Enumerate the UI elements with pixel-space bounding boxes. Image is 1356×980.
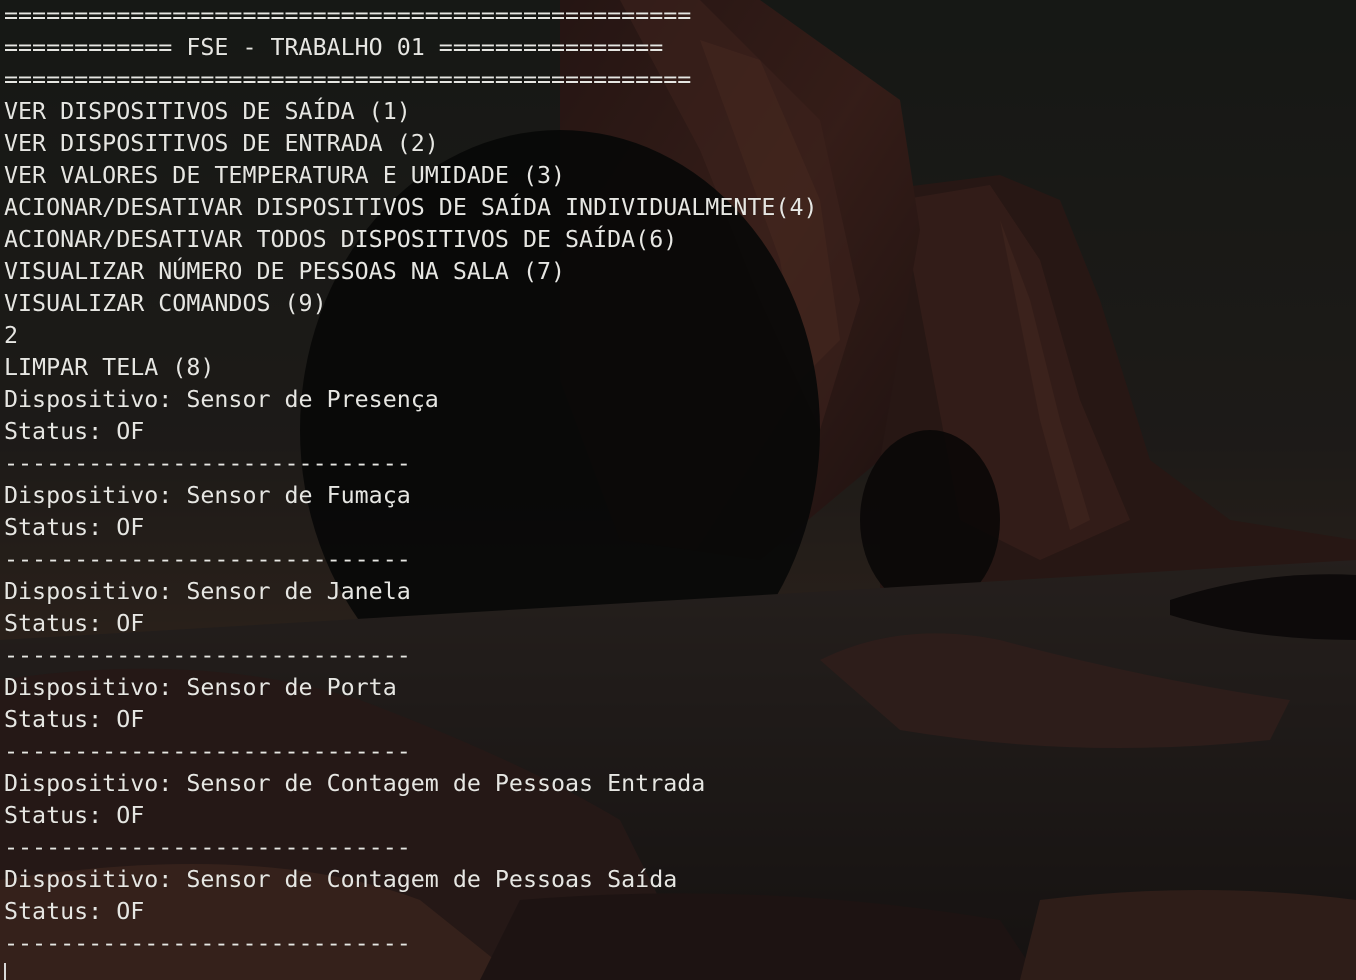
separator-line: ----------------------------- [4, 738, 411, 765]
prompt-line[interactable] [4, 960, 1356, 980]
menu-option: VER DISPOSITIVOS DE SAÍDA (1) [4, 98, 411, 125]
user-input-echo: 2 [4, 322, 19, 349]
terminal-line: ========================================… [4, 66, 692, 93]
device-status: Status: OF [4, 802, 145, 829]
device-status: Status: OF [4, 514, 145, 541]
separator-line: ----------------------------- [4, 546, 411, 573]
device-status: Status: OF [4, 898, 145, 925]
separator-line: ----------------------------- [4, 642, 411, 669]
device-status: Status: OF [4, 610, 145, 637]
separator-line: ----------------------------- [4, 930, 411, 957]
menu-option: ACIONAR/DESATIVAR DISPOSITIVOS DE SAÍDA … [4, 194, 818, 221]
device-name: Dispositivo: Sensor de Fumaça [4, 482, 411, 509]
separator-line: ----------------------------- [4, 450, 411, 477]
terminal-window[interactable]: ========================================… [0, 0, 1356, 980]
text-cursor [4, 962, 6, 980]
menu-option: VER VALORES DE TEMPERATURA E UMIDADE (3) [4, 162, 566, 189]
menu-option: VISUALIZAR COMANDOS (9) [4, 290, 327, 317]
menu-option: VISUALIZAR NÚMERO DE PESSOAS NA SALA (7) [4, 258, 566, 285]
device-name: Dispositivo: Sensor de Presença [4, 386, 439, 413]
menu-option: ACIONAR/DESATIVAR TODOS DISPOSITIVOS DE … [4, 226, 678, 253]
device-name: Dispositivo: Sensor de Contagem de Pesso… [4, 770, 706, 797]
terminal-line: ========================================… [4, 2, 692, 29]
menu-option: LIMPAR TELA (8) [4, 354, 215, 381]
device-name: Dispositivo: Sensor de Janela [4, 578, 411, 605]
separator-line: ----------------------------- [4, 834, 411, 861]
device-name: Dispositivo: Sensor de Contagem de Pesso… [4, 866, 678, 893]
menu-option: VER DISPOSITIVOS DE ENTRADA (2) [4, 130, 439, 157]
device-name: Dispositivo: Sensor de Porta [4, 674, 397, 701]
device-status: Status: OF [4, 418, 145, 445]
terminal-header-title: ============ FSE - TRABALHO 01 =========… [4, 34, 664, 61]
device-status: Status: OF [4, 706, 145, 733]
